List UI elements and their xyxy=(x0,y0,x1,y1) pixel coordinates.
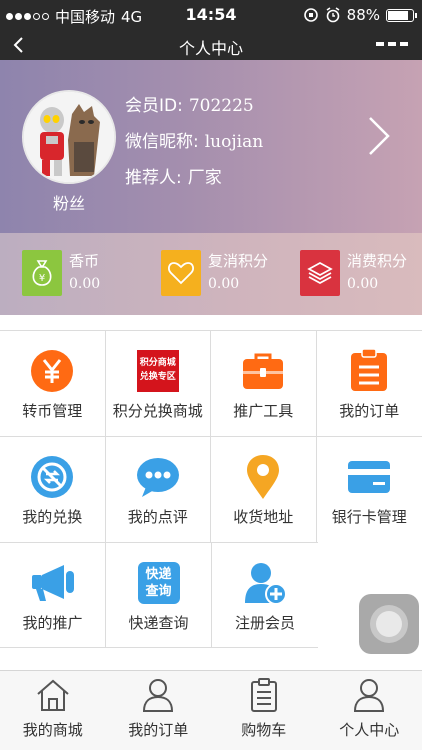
tab-label: 个人中心 xyxy=(339,721,400,739)
avatar-caption: 粉丝 xyxy=(52,194,85,213)
referrer-value: 厂家 xyxy=(187,168,222,188)
tab-my-orders[interactable]: 我的订单 xyxy=(106,671,212,750)
referrer-label: 推荐人: xyxy=(125,168,182,188)
points-mall-icon-text: 积分商城 xyxy=(139,358,176,368)
grid-item-label: 我的推广 xyxy=(22,614,83,632)
nickname-label: 微信昵称: xyxy=(125,132,199,152)
grid-item-shipping-address[interactable]: 收货地址 xyxy=(211,437,317,542)
grid-item-label: 我的点评 xyxy=(127,508,188,526)
bank-card-icon xyxy=(317,455,422,499)
grid-item-register-member[interactable]: 注册会员 xyxy=(212,543,318,648)
point-label: 复消积分 xyxy=(208,252,269,270)
grid-item-my-reviews[interactable]: 我的点评 xyxy=(106,437,211,542)
tab-personal-center[interactable]: 个人中心 xyxy=(317,671,422,750)
list-icon xyxy=(211,677,317,713)
grid-item-my-orders[interactable]: 我的订单 xyxy=(317,331,422,436)
clipboard-icon xyxy=(317,349,422,393)
svg-text:¥: ¥ xyxy=(39,273,45,284)
heart-icon xyxy=(161,250,201,296)
nav-bar: 个人中心 xyxy=(0,30,422,60)
tab-label: 我的商城 xyxy=(22,721,83,739)
member-id-value: 702225 xyxy=(188,96,254,116)
grid-row: 我的推广 快递 查询 快递查询 注册会员 xyxy=(0,542,318,648)
yen-icon xyxy=(0,349,105,393)
grid-row: 转币管理 积分商城 兑换专区 积分兑换商城 推广工具 我的订单 xyxy=(0,330,422,436)
grid-row: 我的兑换 我的点评 收货地址 银行卡管理 xyxy=(0,436,422,542)
tab-bar: 我的商城 我的订单 购物车 个人中心 xyxy=(0,670,422,750)
member-id-row: 会员ID: 702225 xyxy=(125,88,263,124)
system-indicators: 88% xyxy=(303,6,417,24)
avatar-image xyxy=(24,92,114,182)
points-mall-icon: 积分商城 兑换专区 xyxy=(106,349,211,393)
layers-icon xyxy=(300,250,340,296)
page-title: 个人中心 xyxy=(178,39,243,58)
orientation-lock-icon xyxy=(303,8,318,22)
point-value: 0.00 xyxy=(208,276,240,292)
location-icon xyxy=(211,455,316,499)
status-bar: 中国移动 4G 14:54 88% xyxy=(0,0,422,30)
money-bag-icon: ¥ xyxy=(22,250,62,296)
point-label: 消费积分 xyxy=(347,252,408,270)
point-item-fuxiao[interactable]: 复消积分 0.00 xyxy=(161,250,268,296)
grid-item-my-exchange[interactable]: 我的兑换 xyxy=(0,437,106,542)
profile-info: 会员ID: 702225 微信昵称: luojian 推荐人: 厂家 xyxy=(125,88,263,196)
battery-icon xyxy=(386,8,417,22)
grid-item-label: 收货地址 xyxy=(233,508,294,526)
tab-my-mall[interactable]: 我的商城 xyxy=(0,671,106,750)
chevron-right-icon[interactable] xyxy=(366,115,392,157)
toolbox-icon xyxy=(211,349,316,393)
grid-item-label: 快递查询 xyxy=(128,614,189,632)
add-user-icon xyxy=(212,561,318,605)
alarm-icon xyxy=(326,7,340,23)
point-value: 0.00 xyxy=(69,276,101,292)
point-item-xiangbi[interactable]: ¥ 香币 0.00 xyxy=(22,250,100,296)
points-bar: ¥ 香币 0.00 复消积分 0.00 消费积分 0.00 xyxy=(0,233,422,315)
grid-item-transfer-coins[interactable]: 转币管理 xyxy=(0,331,106,436)
point-value: 0.00 xyxy=(347,276,379,292)
profile-header[interactable]: 粉丝 会员ID: 702225 微信昵称: luojian 推荐人: 厂家 xyxy=(0,60,422,233)
points-mall-icon-text: 兑换专区 xyxy=(139,372,176,382)
grid-item-label: 我的兑换 xyxy=(22,508,83,526)
grid-item-promo-tools[interactable]: 推广工具 xyxy=(211,331,317,436)
grid-item-label: 银行卡管理 xyxy=(331,508,407,526)
grid-item-label: 我的订单 xyxy=(339,402,400,420)
more-menu-icon[interactable] xyxy=(376,42,408,46)
exchange-icon xyxy=(0,455,105,499)
function-grid: 转币管理 积分商城 兑换专区 积分兑换商城 推广工具 我的订单 我的兑换 我的点… xyxy=(0,330,422,648)
grid-item-label: 注册会员 xyxy=(234,614,295,632)
avatar[interactable] xyxy=(22,90,116,184)
point-item-xiaofei[interactable]: 消费积分 0.00 xyxy=(300,250,407,296)
home-icon xyxy=(0,677,106,713)
assistive-touch-button[interactable] xyxy=(359,594,419,654)
referrer-row: 推荐人: 厂家 xyxy=(125,160,263,196)
battery-percent: 88% xyxy=(346,6,380,24)
grid-item-points-mall[interactable]: 积分商城 兑换专区 积分兑换商城 xyxy=(106,331,211,436)
grid-item-express-query[interactable]: 快递 查询 快递查询 xyxy=(106,543,212,648)
member-id-label: 会员ID: xyxy=(125,96,183,116)
express-query-icon-text: 快递 xyxy=(145,567,172,582)
grid-item-label: 推广工具 xyxy=(233,402,294,420)
grid-item-label: 积分兑换商城 xyxy=(112,402,203,420)
megaphone-icon xyxy=(0,561,105,605)
express-query-icon-text: 查询 xyxy=(145,584,172,599)
point-label: 香币 xyxy=(69,252,100,270)
grid-item-bank-cards[interactable]: 银行卡管理 xyxy=(317,437,422,542)
tab-label: 购物车 xyxy=(241,721,287,739)
tab-label: 我的订单 xyxy=(128,721,189,739)
user-icon xyxy=(106,677,212,713)
grid-item-label: 转币管理 xyxy=(22,402,83,420)
nickname-row: 微信昵称: luojian xyxy=(125,124,263,160)
comment-icon xyxy=(106,455,211,499)
grid-item-my-promotion[interactable]: 我的推广 xyxy=(0,543,106,648)
user-icon xyxy=(317,677,422,713)
tab-shopping-cart[interactable]: 购物车 xyxy=(211,671,317,750)
nickname-value: luojian xyxy=(204,132,264,152)
express-query-icon: 快递 查询 xyxy=(106,561,211,605)
